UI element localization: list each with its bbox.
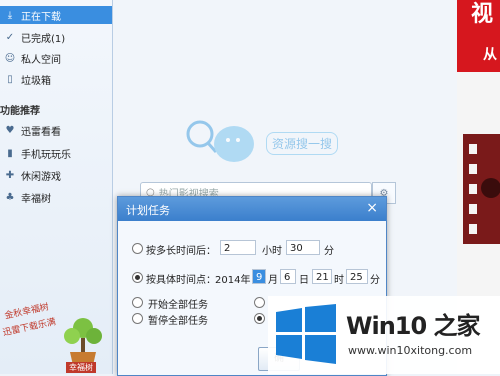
brand-name: Win10 之家 (346, 312, 481, 340)
extra-option-radio-1[interactable] (254, 297, 265, 308)
minute-unit: 分 (370, 275, 380, 286)
sidebar-item-label: 正在下载 (21, 11, 61, 23)
sidebar-item-casual-games[interactable]: ✚ 休闲游戏 (0, 166, 112, 184)
user-icon: ☺ (4, 52, 16, 64)
minute-field[interactable]: 25 (346, 269, 368, 284)
windows-logo-icon (276, 304, 336, 364)
sidebar-item-completed[interactable]: ✓ 已完成(1) (0, 28, 112, 46)
sidebar-item-label: 休闲游戏 (21, 171, 61, 183)
download-icon: ⤓ (7, 9, 13, 21)
sidebar-item-label: 迅雷看看 (21, 126, 61, 138)
start-all-radio[interactable] (132, 297, 143, 308)
happy-tree-promo[interactable]: 金秋幸福树 迅雷下载乐满 幸福树 (0, 300, 112, 374)
film-reel-icon (463, 134, 500, 244)
minutes-field[interactable]: 30 (286, 240, 320, 255)
magnifier-mascot-icon (186, 120, 254, 162)
extra-option-radio-2[interactable] (254, 313, 265, 324)
resource-search-logo: 资源搜一搜 (180, 112, 370, 172)
sidebar-item-label: 垃圾箱 (21, 75, 51, 87)
hours-unit: 小时 (262, 246, 282, 257)
brand-url: www.win10xitong.com (348, 344, 473, 357)
month-unit: 月 (268, 275, 278, 286)
minutes-unit: 分 (324, 246, 334, 257)
promo-badge: 幸福树 (66, 362, 96, 373)
sidebar-item-happy-tree[interactable]: ♣ 幸福树 (0, 188, 112, 206)
year-value: 2014年 (215, 275, 251, 286)
sidebar-item-private-space[interactable]: ☺ 私人空间 (0, 49, 112, 67)
ad-text-1: 视 (471, 2, 494, 27)
dialog-title: 计划任务 (126, 204, 170, 217)
sidebar-item-xunlei-kankan[interactable]: ♥ 迅雷看看 (0, 121, 112, 139)
sidebar: ⤓ 正在下载 ✓ 已完成(1) ☺ 私人空间 ▯ 垃圾箱 功能推荐 ♥ 迅雷看看… (0, 0, 113, 374)
gamepad-icon: ✚ (5, 169, 15, 181)
after-duration-radio[interactable] (132, 243, 143, 254)
sidebar-item-downloading[interactable]: ⤓ 正在下载 (0, 6, 112, 24)
specific-time-label: 按具体时间点： (146, 275, 216, 286)
phone-icon: ▮ (7, 147, 13, 159)
specific-time-radio[interactable] (132, 272, 143, 283)
sidebar-item-phone-fun[interactable]: ▮ 手机玩玩乐 (0, 144, 112, 162)
sidebar-item-trash[interactable]: ▯ 垃圾箱 (0, 70, 112, 88)
day-unit: 日 (299, 275, 309, 286)
hour-unit: 时 (334, 275, 344, 286)
hours-field[interactable]: 2 (220, 240, 256, 255)
close-icon[interactable]: × (366, 200, 378, 216)
day-field[interactable]: 6 (280, 269, 296, 284)
hour-field[interactable]: 21 (312, 269, 332, 284)
sidebar-item-label: 手机玩玩乐 (21, 149, 71, 161)
pause-all-radio[interactable] (132, 313, 143, 324)
ad-text-2: 从 (483, 47, 497, 63)
pause-all-label: 暂停全部任务 (148, 316, 208, 327)
sidebar-item-label: 幸福树 (21, 193, 51, 205)
after-duration-label: 按多长时间后： (146, 246, 216, 257)
check-icon: ✓ (5, 31, 15, 43)
dialog-titlebar[interactable]: 计划任务 × (118, 197, 386, 221)
win10-watermark: Win10 之家 www.win10xitong.com (268, 296, 500, 374)
watermark-text: 资源搜一搜 (266, 132, 339, 155)
ad-red-block: 视 从 (457, 0, 500, 72)
start-all-label: 开始全部任务 (148, 300, 208, 311)
sidebar-item-label: 私人空间 (21, 54, 61, 66)
sidebar-item-label: 已完成(1) (21, 33, 66, 45)
month-field[interactable]: 9 (252, 269, 266, 284)
trash-icon: ▯ (7, 73, 13, 85)
heart-shield-icon: ♥ (5, 124, 15, 136)
section-title-features: 功能推荐 (0, 106, 40, 117)
tree-icon: ♣ (5, 191, 15, 203)
